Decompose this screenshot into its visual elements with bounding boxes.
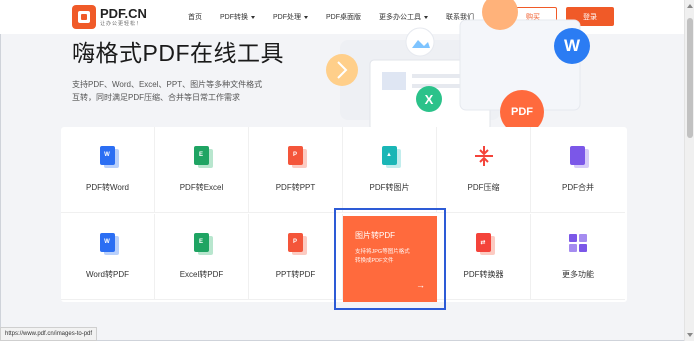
tool-pdf-merge[interactable]: PDF合并 — [531, 127, 625, 213]
tool-pdf-to-ppt[interactable]: P PDF转PPT — [249, 127, 343, 213]
excel-doc-icon: E — [191, 144, 213, 168]
tool-pdf-converter[interactable]: ⇄ PDF转换器 — [437, 214, 531, 300]
nav-item-pdf-convert[interactable]: PDF转换 — [220, 12, 255, 22]
chevron-down-icon — [251, 15, 255, 19]
word-doc-icon: W — [97, 144, 119, 168]
hover-highlight-outline — [334, 208, 446, 310]
scroll-up-icon[interactable] — [687, 4, 693, 8]
nav-item-pdf-process[interactable]: PDF处理 — [273, 12, 308, 22]
hero-illustration: W X PDF — [310, 0, 640, 134]
word-doc-icon: W — [97, 231, 119, 255]
tool-excel-to-pdf[interactable]: E Excel转PDF — [155, 214, 249, 300]
scrollbar-thumb[interactable] — [687, 18, 693, 138]
scroll-down-icon[interactable] — [687, 333, 693, 337]
nav-item-home[interactable]: 首页 — [188, 12, 202, 22]
ppt-doc-icon: P — [285, 144, 307, 168]
status-bar-url: https://www.pdf.cn/images-to-pdf — [0, 327, 98, 341]
tool-more-features[interactable]: 更多功能 — [531, 214, 625, 300]
tool-pdf-to-word[interactable]: W PDF转Word — [61, 127, 155, 213]
tool-pdf-to-image[interactable]: ▲ PDF转图片 — [343, 127, 437, 213]
grid-icon — [567, 231, 589, 255]
tool-pdf-compress[interactable]: PDF压缩 — [437, 127, 531, 213]
image-doc-icon: ▲ — [379, 144, 401, 168]
vertical-scrollbar[interactable] — [684, 0, 694, 341]
hero-subtitle: 支持PDF、Word、Excel、PPT、图片等多种文件格式 互转，同时满足PD… — [72, 80, 263, 102]
chevron-down-icon — [304, 15, 308, 19]
converter-icon: ⇄ — [473, 231, 495, 255]
merge-icon — [567, 144, 589, 168]
tool-word-to-pdf[interactable]: W Word转PDF — [61, 214, 155, 300]
site-logo[interactable]: PDF.CN 让办公更轻松！ — [72, 5, 147, 29]
hero-title: 嗨格式PDF在线工具 — [72, 40, 284, 66]
tool-pdf-to-excel[interactable]: E PDF转Excel — [155, 127, 249, 213]
excel-doc-icon: E — [191, 231, 213, 255]
logo-name: PDF.CN — [100, 6, 147, 21]
ppt-doc-icon: P — [285, 231, 307, 255]
compress-icon — [473, 144, 495, 168]
tool-ppt-to-pdf[interactable]: P PPT转PDF — [249, 214, 343, 300]
excel-badge-icon: X — [416, 86, 442, 112]
logo-icon — [72, 5, 96, 29]
word-badge-icon: W — [554, 28, 590, 64]
logo-slogan: 让办公更轻松！ — [100, 21, 143, 27]
